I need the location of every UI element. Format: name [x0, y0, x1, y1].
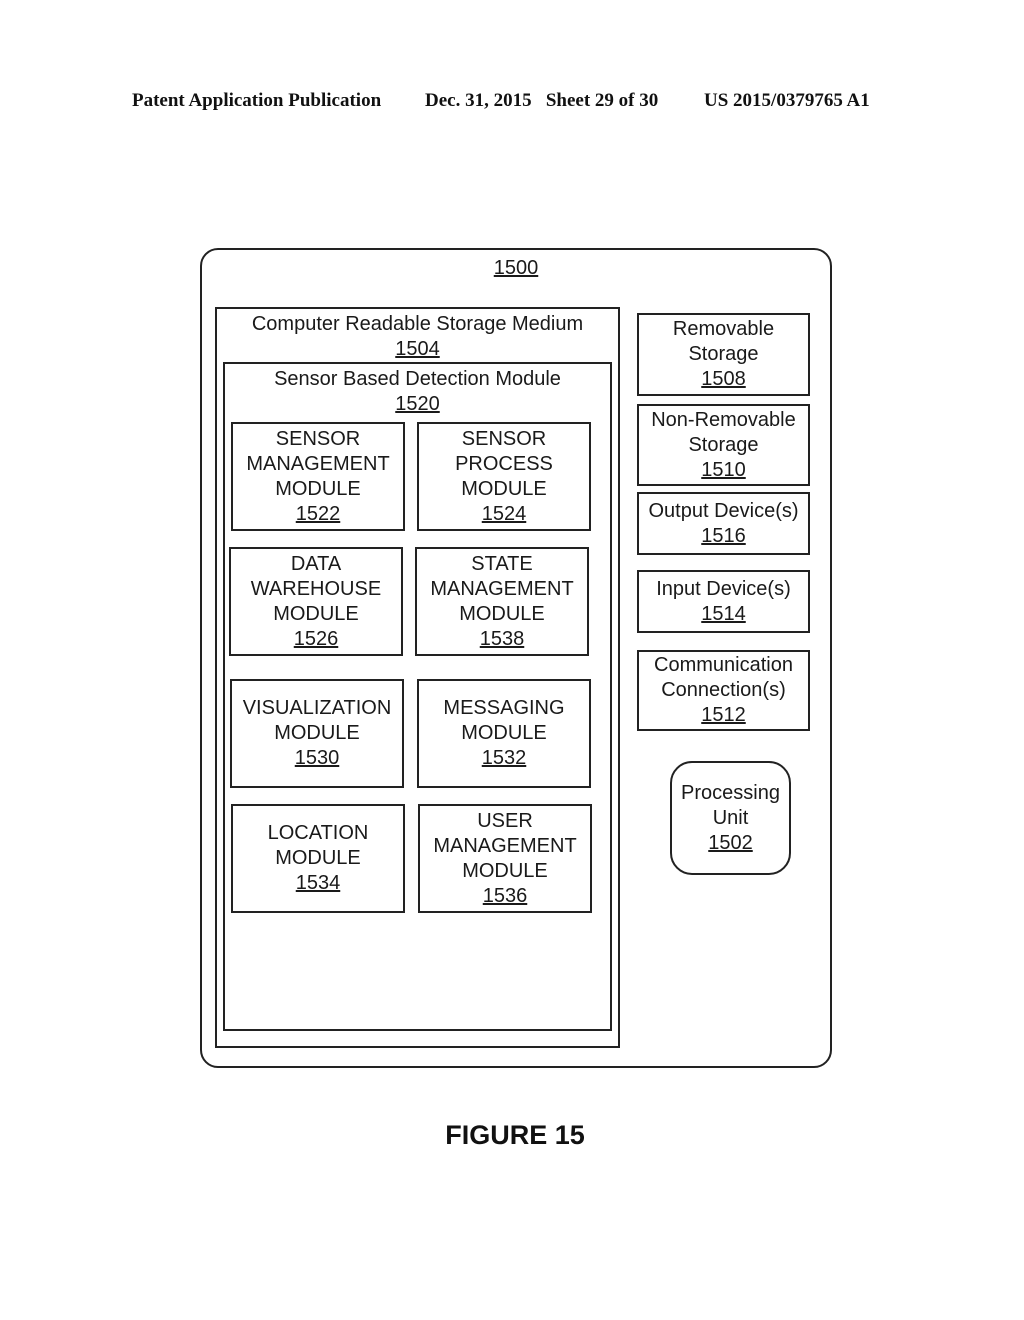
module-box-ref: 1538: [479, 627, 525, 650]
module-box-label-line: MODULE: [462, 859, 548, 882]
detection-module-label: Sensor Based Detection Module: [274, 368, 561, 390]
storage-medium-label: Computer Readable Storage Medium: [251, 313, 584, 335]
module-box-label-line: WAREHOUSE: [250, 577, 382, 600]
module-box-label-line: STATE: [471, 552, 533, 575]
module-box-1526: DATA WAREHOUSE MODULE 1526: [229, 547, 403, 656]
detection-module-ref: 1520: [395, 393, 440, 415]
component-box-label-line: Input Device(s): [656, 577, 791, 600]
component-box-ref: 1516: [701, 524, 746, 547]
component-box-ref: 1510: [701, 458, 746, 481]
module-box-label-line: SENSOR: [461, 427, 547, 450]
publication-label: Patent Application Publication: [132, 90, 382, 111]
module-box-ref: 1536: [482, 884, 528, 907]
publication-number: US 2015/0379765 A1: [704, 90, 870, 111]
component-box-ref: 1512: [701, 704, 746, 726]
module-box-label-line: MANAGEMENT: [246, 452, 390, 475]
component-box-label-line: Connection(s): [661, 679, 786, 701]
module-box-label-line: MODULE: [275, 477, 361, 500]
component-box-ref: 1508: [701, 368, 746, 390]
figure-caption: FIGURE 15: [445, 1120, 585, 1150]
module-box-1536: USER MANAGEMENT MODULE 1536: [418, 804, 592, 913]
module-box-ref: 1526: [293, 627, 339, 650]
component-box-label-line: Communication: [654, 654, 793, 676]
component-box-label-line: Output Device(s): [648, 499, 799, 522]
component-box-1512: Communication Connection(s) 1512: [637, 650, 810, 731]
module-box-label-line: VISUALIZATION: [242, 697, 392, 719]
module-box-label-line: MESSAGING: [443, 697, 565, 719]
component-box-1510: Non-Removable Storage 1510: [637, 404, 810, 486]
module-box-1532: MESSAGING MODULE 1532: [417, 679, 591, 788]
module-box-label-line: USER: [477, 809, 533, 832]
module-box-label-line: MODULE: [273, 602, 359, 625]
module-box-label-line: MODULE: [275, 847, 361, 869]
processing-unit-label-line: Processing: [681, 781, 780, 804]
storage-medium-ref: 1504: [395, 338, 440, 360]
module-box-label-line: DATA: [290, 552, 342, 575]
module-box-1538: STATE MANAGEMENT MODULE 1538: [415, 547, 589, 656]
component-box-label-line: Removable: [672, 318, 775, 340]
module-box-ref: 1522: [295, 502, 341, 525]
module-box-1534: LOCATION MODULE 1534: [231, 804, 405, 913]
processing-unit-label-line: Unit: [712, 806, 749, 829]
component-box-ref: 1514: [701, 602, 746, 625]
module-box-label-line: MODULE: [274, 722, 360, 744]
module-box-label-line: MODULE: [459, 602, 545, 625]
component-box-label-line: Storage: [688, 343, 759, 365]
component-box-1516: Output Device(s) 1516: [637, 492, 810, 555]
component-box-label-line: Storage: [688, 433, 759, 456]
module-box-label-line: PROCESS: [455, 452, 553, 475]
module-box-ref: 1532: [481, 747, 527, 769]
module-box-label-line: MANAGEMENT: [430, 577, 574, 600]
publication-date-sheet: Dec. 31, 2015 Sheet 29 of 30: [425, 90, 659, 111]
component-box-label-line: Non-Removable: [651, 408, 796, 431]
component-box-1514: Input Device(s) 1514: [637, 570, 810, 633]
processing-unit-box: Processing Unit 1502: [670, 761, 791, 875]
module-box-label-line: MANAGEMENT: [433, 834, 577, 857]
module-box-label-line: MODULE: [461, 477, 547, 500]
processing-unit-ref: 1502: [708, 831, 753, 854]
module-box-label-line: SENSOR: [275, 427, 361, 450]
module-box-1530: VISUALIZATION MODULE 1530: [230, 679, 404, 788]
module-box-ref: 1534: [295, 872, 341, 894]
system-ref: 1500: [493, 257, 539, 279]
module-box-1524: SENSOR PROCESS MODULE 1524: [417, 422, 591, 531]
module-box-ref: 1530: [294, 747, 340, 769]
module-box-ref: 1524: [481, 502, 527, 525]
module-box-label-line: MODULE: [461, 722, 547, 744]
module-box-1522: SENSOR MANAGEMENT MODULE 1522: [231, 422, 405, 531]
component-box-1508: Removable Storage 1508: [637, 313, 810, 396]
module-box-label-line: LOCATION: [267, 822, 369, 844]
